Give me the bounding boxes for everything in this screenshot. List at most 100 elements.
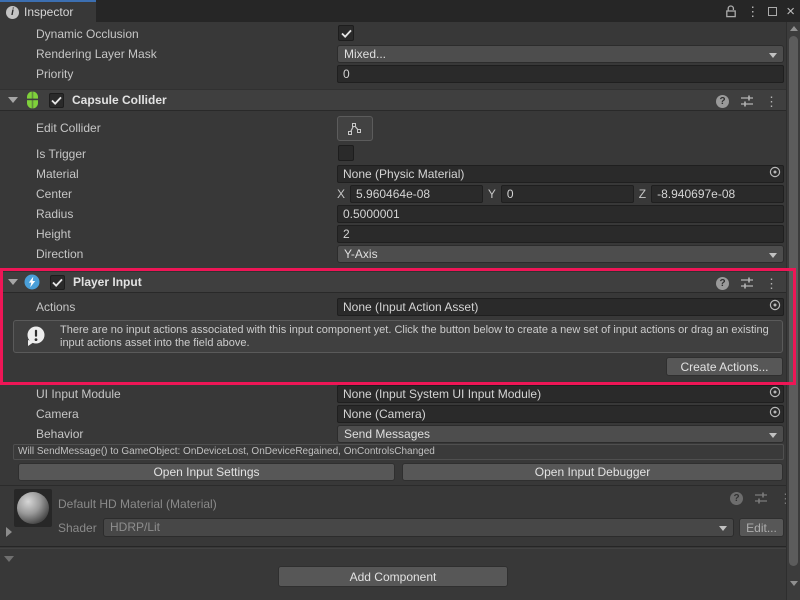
check-icon bbox=[52, 278, 63, 287]
ui-input-module-field[interactable]: None (Input System UI Input Module) bbox=[337, 385, 784, 403]
center-label: Center bbox=[36, 184, 72, 204]
camera-label: Camera bbox=[36, 404, 79, 424]
radius-row: Radius 0.5000001 bbox=[0, 204, 786, 224]
camera-field[interactable]: None (Camera) bbox=[337, 405, 784, 423]
height-row: Height 2 bbox=[0, 224, 786, 244]
object-picker-icon[interactable] bbox=[769, 406, 781, 418]
capsule-foldout-icon[interactable] bbox=[8, 97, 18, 103]
center-z-label: Z bbox=[639, 187, 646, 201]
window-menu-icon[interactable]: ⋮ bbox=[746, 5, 759, 18]
presets-icon[interactable] bbox=[754, 491, 768, 505]
object-picker-icon[interactable] bbox=[769, 299, 781, 311]
height-input[interactable]: 2 bbox=[337, 225, 784, 243]
send-message-help-box: Will SendMessage() to GameObject: OnDevi… bbox=[13, 444, 784, 460]
rendering-layer-mask-dropdown[interactable]: Mixed... bbox=[337, 45, 784, 63]
priority-label: Priority bbox=[36, 64, 73, 84]
is-trigger-label: Is Trigger bbox=[36, 144, 86, 164]
physic-material-row: Material None (Physic Material) bbox=[0, 164, 786, 184]
radius-input[interactable]: 0.5000001 bbox=[337, 205, 784, 223]
warning-text: There are no input actions associated wi… bbox=[60, 324, 774, 350]
inspector-info-icon: i bbox=[6, 6, 19, 19]
presets-icon[interactable] bbox=[740, 276, 754, 290]
help-icon[interactable]: ? bbox=[716, 95, 729, 108]
dynamic-occlusion-row: Dynamic Occlusion bbox=[0, 24, 786, 44]
physic-material-label: Material bbox=[36, 164, 79, 184]
player-input-enabled-checkbox[interactable] bbox=[50, 275, 65, 290]
center-z-input[interactable]: -8.940697e-08 bbox=[651, 185, 784, 203]
is-trigger-row: Is Trigger bbox=[0, 144, 786, 164]
material-header-icons: ? ⋮ bbox=[730, 490, 792, 506]
player-input-icon bbox=[24, 274, 40, 290]
capsule-collider-icon bbox=[26, 91, 39, 109]
component-menu-icon[interactable]: ⋮ bbox=[765, 277, 778, 290]
priority-row: Priority 0 bbox=[0, 64, 786, 84]
rendering-layer-mask-label: Rendering Layer Mask bbox=[36, 44, 157, 64]
physic-material-field[interactable]: None (Physic Material) bbox=[337, 165, 784, 183]
component-menu-icon[interactable]: ⋮ bbox=[765, 95, 778, 108]
material-preview-thumbnail[interactable] bbox=[14, 489, 52, 527]
open-input-debugger-button[interactable]: Open Input Debugger bbox=[402, 463, 783, 481]
close-icon[interactable]: × bbox=[786, 5, 795, 18]
center-x-input[interactable]: 5.960464e-08 bbox=[350, 185, 483, 203]
unlock-icon[interactable] bbox=[725, 4, 737, 18]
direction-label: Direction bbox=[36, 244, 83, 264]
preview-pane-arrow-icon[interactable] bbox=[4, 556, 14, 562]
shader-edit-button[interactable]: Edit... bbox=[739, 518, 784, 537]
capsule-collider-title: Capsule Collider bbox=[72, 93, 167, 107]
player-input-title: Player Input bbox=[73, 275, 142, 289]
edit-collider-button[interactable] bbox=[337, 116, 373, 141]
radius-label: Radius bbox=[36, 204, 73, 224]
camera-row: Camera None (Camera) bbox=[0, 404, 786, 424]
capsule-collider-header[interactable]: Capsule Collider ? ⋮ bbox=[0, 89, 786, 111]
priority-input[interactable]: 0 bbox=[337, 65, 784, 83]
check-icon bbox=[51, 96, 62, 105]
is-trigger-checkbox[interactable] bbox=[338, 145, 354, 161]
rendering-layer-mask-row: Rendering Layer Mask Mixed... bbox=[0, 44, 786, 64]
dynamic-occlusion-label: Dynamic Occlusion bbox=[36, 24, 139, 44]
scroll-up-icon[interactable] bbox=[790, 26, 798, 31]
actions-label: Actions bbox=[36, 297, 75, 317]
tab-title: Inspector bbox=[24, 5, 73, 19]
center-row: Center X 5.960464e-08 Y 0 Z -8.940697e-0… bbox=[0, 184, 786, 204]
actions-field[interactable]: None (Input Action Asset) bbox=[337, 298, 784, 316]
material-preview-foldout-icon[interactable] bbox=[6, 527, 12, 537]
material-title: Default HD Material (Material) bbox=[58, 497, 217, 511]
divider bbox=[0, 548, 786, 549]
check-icon bbox=[341, 29, 352, 38]
edit-collider-icon bbox=[347, 122, 363, 136]
player-input-header[interactable]: Player Input ? ⋮ bbox=[0, 271, 786, 293]
object-picker-icon[interactable] bbox=[769, 386, 781, 398]
height-label: Height bbox=[36, 224, 71, 244]
player-input-foldout-icon[interactable] bbox=[8, 279, 18, 285]
behavior-label: Behavior bbox=[36, 424, 83, 444]
divider bbox=[0, 546, 786, 547]
no-actions-warning-box: There are no input actions associated wi… bbox=[13, 320, 783, 353]
edit-collider-label: Edit Collider bbox=[36, 114, 101, 142]
tab-inspector[interactable]: i Inspector bbox=[0, 0, 96, 22]
help-icon[interactable]: ? bbox=[716, 277, 729, 290]
create-actions-button[interactable]: Create Actions... bbox=[666, 357, 783, 376]
dynamic-occlusion-checkbox[interactable] bbox=[338, 25, 354, 41]
scroll-down-icon[interactable] bbox=[790, 581, 798, 586]
ui-input-module-row: UI Input Module None (Input System UI In… bbox=[0, 384, 786, 404]
help-icon[interactable]: ? bbox=[730, 492, 743, 505]
direction-dropdown[interactable]: Y-Axis bbox=[337, 245, 784, 263]
divider bbox=[0, 485, 786, 486]
center-y-input[interactable]: 0 bbox=[501, 185, 634, 203]
behavior-dropdown[interactable]: Send Messages bbox=[337, 425, 784, 443]
scrollbar-thumb[interactable] bbox=[789, 36, 798, 566]
tab-bar: i Inspector ⋮ × bbox=[0, 0, 800, 22]
inspector-window: i Inspector ⋮ × Dynamic Occlusion Render… bbox=[0, 0, 800, 600]
warning-icon bbox=[26, 326, 46, 347]
add-component-button[interactable]: Add Component bbox=[278, 566, 508, 587]
open-input-settings-button[interactable]: Open Input Settings bbox=[18, 463, 395, 481]
shader-dropdown[interactable]: HDRP/Lit bbox=[103, 518, 734, 537]
maximize-icon[interactable] bbox=[768, 7, 777, 16]
presets-icon[interactable] bbox=[740, 94, 754, 108]
material-sphere-icon bbox=[17, 492, 49, 524]
actions-row: Actions None (Input Action Asset) bbox=[0, 297, 786, 317]
scrollbar[interactable] bbox=[786, 22, 800, 600]
object-picker-icon[interactable] bbox=[769, 166, 781, 178]
direction-row: Direction Y-Axis bbox=[0, 244, 786, 264]
capsule-enabled-checkbox[interactable] bbox=[49, 93, 64, 108]
